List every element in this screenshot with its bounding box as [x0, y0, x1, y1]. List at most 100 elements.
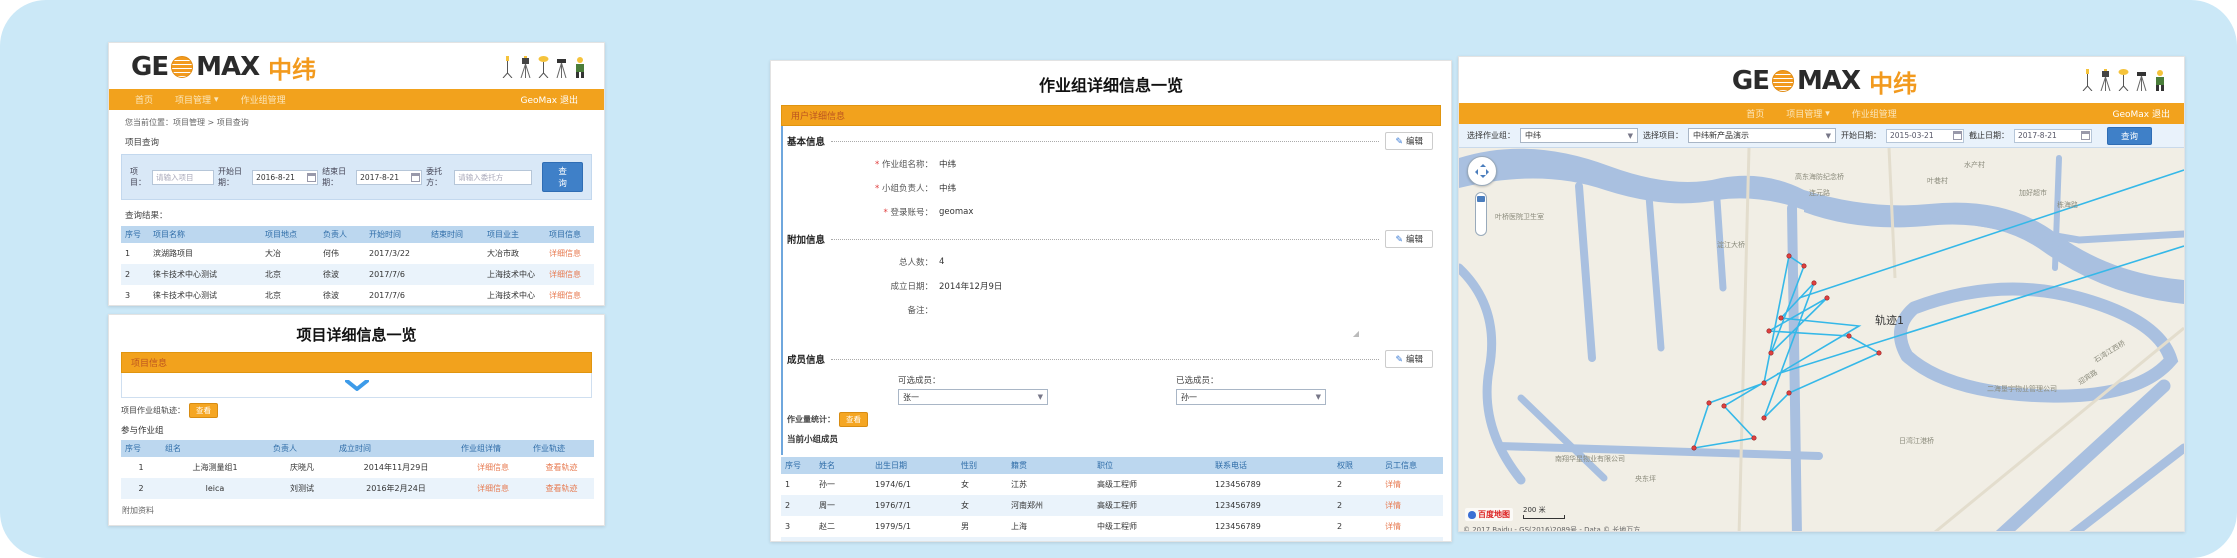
gnss-pole-icon: [2081, 69, 2094, 91]
table-row: 2周一1976/7/1女河南郑州高级工程师1234567892详情: [781, 495, 1443, 516]
calendar-icon[interactable]: [2081, 131, 2090, 140]
project-info-bar[interactable]: 项目信息: [121, 352, 592, 373]
table-cell: 女: [957, 474, 1007, 495]
map-place-label: 叶巷村: [1927, 176, 1948, 186]
selected-members-group: 已选成员： 孙一▼: [1176, 374, 1326, 405]
remark-textarea[interactable]: ◢: [939, 304, 1359, 338]
project-select[interactable]: 中纬新产品演示▼: [1688, 128, 1836, 143]
group-select[interactable]: 中纬▼: [1520, 128, 1638, 143]
total-station-icon: [519, 56, 532, 78]
client-label: 委托方：: [426, 166, 450, 188]
nav-project-mgmt[interactable]: 项目管理▾: [175, 93, 219, 106]
baidu-map[interactable]: 百度地图 200 米 © 2017 Baidu - GS(2016)2089号 …: [1459, 148, 2184, 532]
client-input[interactable]: [454, 170, 532, 185]
resize-handle-icon[interactable]: ◢: [1353, 329, 1359, 338]
logo-text-cn: 中纬: [268, 50, 316, 85]
column-header: 组名: [161, 440, 269, 457]
nav-project-mgmt[interactable]: 项目管理▾: [1786, 107, 1830, 120]
nav-home[interactable]: 首页: [1746, 107, 1764, 120]
table-cell: 2: [1333, 537, 1381, 542]
nav-user-logout[interactable]: GeoMax 退出: [521, 93, 579, 106]
level-instrument-icon: [2135, 69, 2148, 91]
table-cell: 1979/5/1: [871, 516, 957, 537]
table-cell: 4: [781, 537, 815, 542]
table-cell: 详细信息: [545, 264, 594, 285]
detail-link[interactable]: 查看轨迹: [546, 463, 578, 472]
table-cell: 2: [781, 495, 815, 516]
column-header: 性别: [957, 457, 1007, 474]
project-input[interactable]: [152, 170, 214, 185]
column-header: 负责人: [319, 226, 365, 243]
view-track-button[interactable]: 查看: [189, 403, 218, 418]
detail-link[interactable]: 详情: [1385, 501, 1401, 510]
table-cell: 徐波: [319, 285, 365, 306]
detail-link[interactable]: 详情: [1385, 522, 1401, 531]
column-header: 序号: [781, 457, 815, 474]
detail-link[interactable]: 详细信息: [549, 270, 581, 279]
map-zoom-slider[interactable]: [1475, 192, 1487, 236]
detail-link[interactable]: 详细信息: [549, 249, 581, 258]
nav-workgroup-mgmt[interactable]: 作业组管理: [1852, 107, 1897, 120]
zoom-handle[interactable]: [1477, 196, 1485, 202]
detail-link[interactable]: 详细信息: [477, 463, 509, 472]
baidu-logo-text: 百度地图: [1478, 509, 1510, 520]
table-cell: 2017/3/22: [365, 243, 427, 264]
pan-down-icon[interactable]: [1480, 175, 1486, 181]
edit-extra-button[interactable]: ✎编辑: [1385, 230, 1433, 248]
select-arrow-icon: ▼: [1038, 393, 1043, 401]
table-cell: 123456789: [1211, 516, 1333, 537]
table-cell: 滨湖路项目: [149, 243, 261, 264]
table-cell: 1: [121, 243, 149, 264]
table-cell: 2016年2月24日: [335, 478, 457, 499]
table-cell: 赵二: [815, 516, 871, 537]
available-members-select[interactable]: 张一▼: [898, 389, 1048, 405]
track-label: 轨迹1: [1875, 312, 1904, 328]
table-cell: 2014年11月29日: [335, 457, 457, 478]
extra-info-label: 附加信息: [787, 232, 825, 246]
detail-link[interactable]: 查看轨迹: [546, 484, 578, 493]
edit-members-button[interactable]: ✎编辑: [1385, 350, 1433, 368]
detail-link[interactable]: 详情: [1385, 480, 1401, 489]
detail-link[interactable]: 详细信息: [549, 291, 581, 300]
footer-label: 附加资料: [109, 499, 604, 522]
collapsed-panel[interactable]: [121, 373, 592, 398]
nav-user-logout[interactable]: GeoMax 退出: [2113, 107, 2171, 120]
table-cell: 大冶: [261, 243, 319, 264]
workgroups-table: 序号组名负责人成立时间作业组详情作业轨迹 1上海测量组1庆晓凡2014年11月2…: [121, 440, 594, 499]
start-date-label: 开始日期：: [1841, 130, 1881, 141]
map-pan-control[interactable]: [1467, 156, 1497, 186]
table-row: 1孙一1974/6/1女江苏高级工程师1234567892详情: [781, 474, 1443, 495]
calendar-icon[interactable]: [307, 173, 316, 182]
logo-text-max: MAX: [1797, 66, 1860, 96]
project-search-bar: 项目： 开始日期： 结束日期： 委托方： 查询: [121, 154, 592, 200]
track-query-toolbar: 选择作业组： 中纬▼ 选择项目： 中纬新产品演示▼ 开始日期： 截止日期： 查询: [1459, 124, 2184, 148]
pan-right-icon[interactable]: [1486, 169, 1492, 175]
nav-home[interactable]: 首页: [135, 93, 153, 106]
workload-view-button[interactable]: 查看: [839, 412, 868, 427]
expand-chevron-icon[interactable]: [345, 380, 369, 391]
table-cell: 详细信息: [545, 243, 594, 264]
table-cell: [427, 243, 483, 264]
select-arrow-icon: ▼: [1628, 132, 1633, 140]
project-detail-window: 项目详细信息一览 项目信息 项目作业组轨迹： 查看 参与作业组 序号组名负责人成…: [108, 314, 605, 526]
table-cell: 2: [1333, 516, 1381, 537]
column-header: 联系电话: [1211, 457, 1333, 474]
column-header: 负责人: [269, 440, 335, 457]
table-cell: [427, 285, 483, 306]
calendar-icon[interactable]: [1953, 131, 1962, 140]
detail-link[interactable]: 详细信息: [477, 484, 509, 493]
table-cell: 详细信息: [457, 457, 529, 478]
selected-members-select[interactable]: 孙一▼: [1176, 389, 1326, 405]
calendar-icon[interactable]: [411, 173, 420, 182]
edit-basic-button[interactable]: ✎编辑: [1385, 132, 1433, 150]
table-cell: 详情: [1381, 474, 1443, 495]
pan-left-icon[interactable]: [1472, 169, 1478, 175]
table-cell: 详情: [1381, 495, 1443, 516]
pan-up-icon[interactable]: [1480, 161, 1486, 167]
column-header: 成立时间: [335, 440, 457, 457]
nav-workgroup-mgmt[interactable]: 作业组管理: [241, 93, 286, 106]
map-search-button[interactable]: 查询: [2107, 127, 2152, 145]
table-cell: 安徽合肥: [1007, 537, 1093, 542]
map-place-label: 淀江大桥: [1717, 240, 1745, 250]
search-button[interactable]: 查询: [542, 162, 583, 192]
